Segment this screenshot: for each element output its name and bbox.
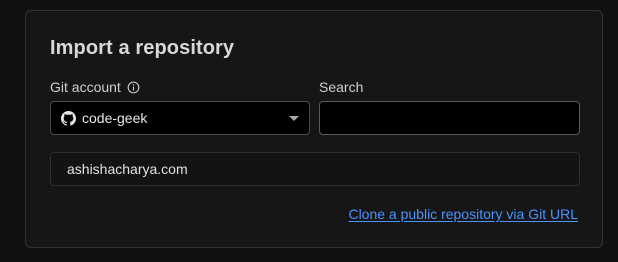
- caret-down-icon: [289, 115, 299, 121]
- git-account-label-row: Git account: [50, 79, 140, 95]
- clone-public-repo-link[interactable]: Clone a public repository via Git URL: [348, 206, 578, 222]
- card-title: Import a repository: [50, 37, 235, 59]
- git-account-select[interactable]: code-geek: [50, 101, 310, 135]
- search-label-row: Search: [319, 79, 363, 95]
- git-account-value: code-geek: [82, 110, 148, 126]
- github-icon: [61, 110, 76, 126]
- search-input[interactable]: [319, 101, 580, 135]
- repository-list-item[interactable]: ashishacharya.com: [50, 152, 580, 186]
- import-repository-card: Import a repository Git account Search c…: [25, 10, 603, 248]
- repository-name: ashishacharya.com: [67, 161, 188, 177]
- search-label: Search: [319, 79, 364, 95]
- git-account-label: Git account: [50, 79, 121, 95]
- info-icon[interactable]: [127, 81, 140, 94]
